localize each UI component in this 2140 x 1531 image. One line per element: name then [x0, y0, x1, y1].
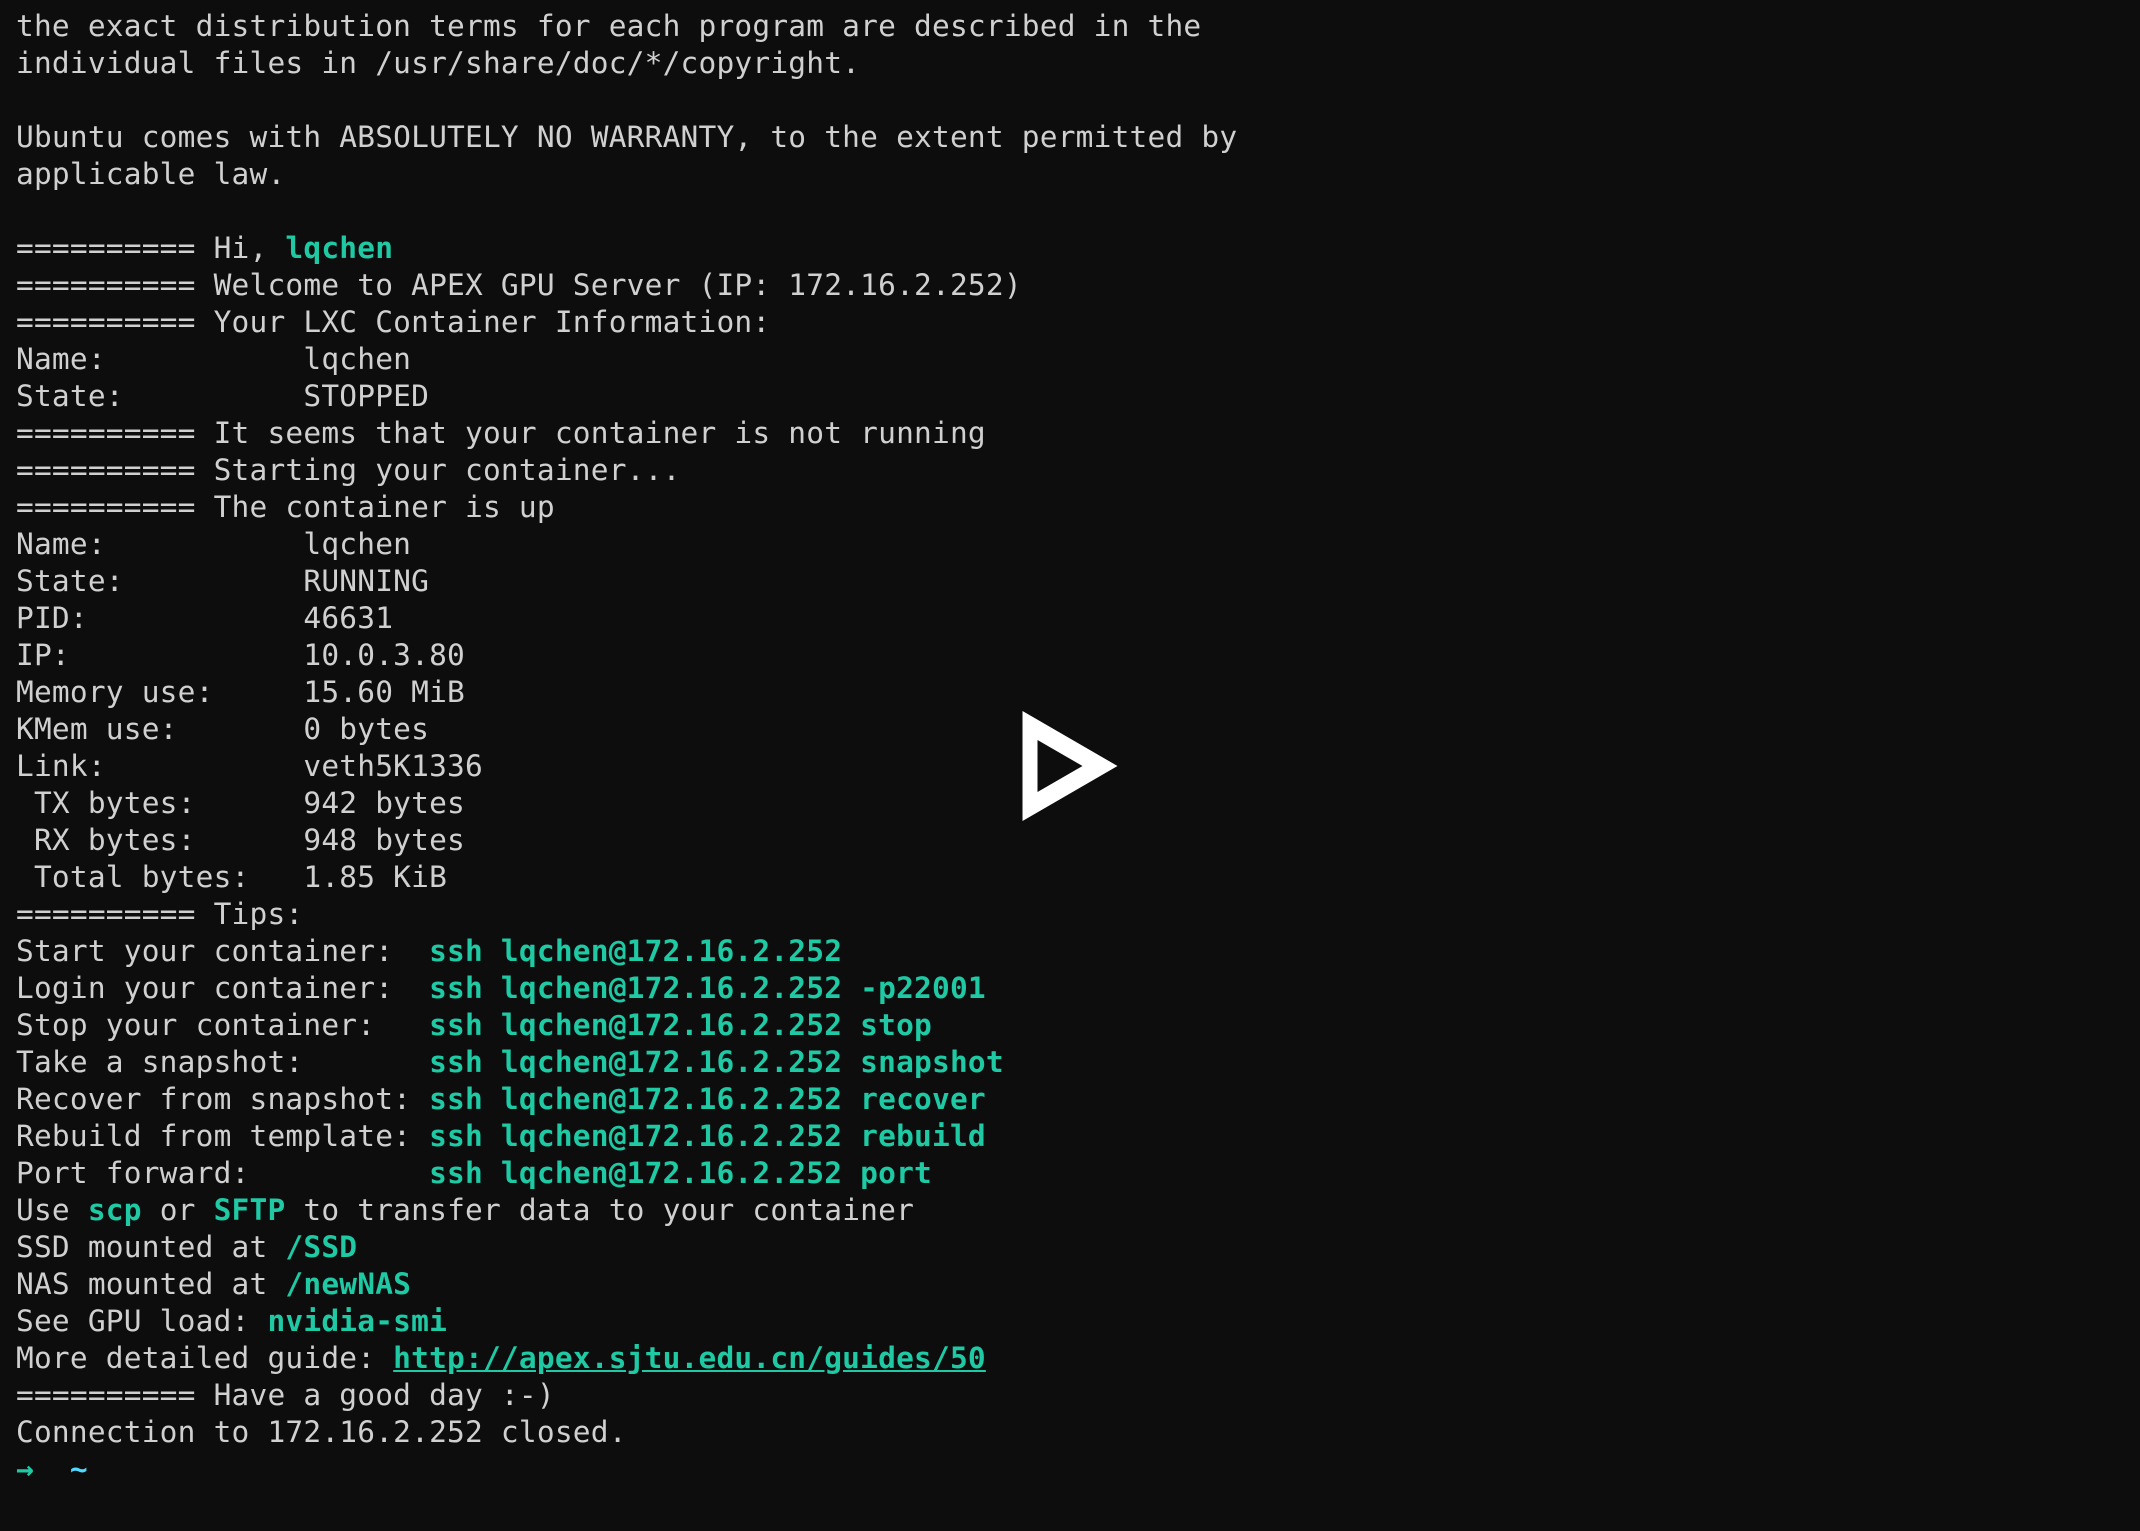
play-button-overlay[interactable]	[1023, 711, 1118, 821]
tip-port-cmd: ssh lqchen@172.16.2.252 port	[429, 1156, 932, 1190]
tip-start-cmd: ssh lqchen@172.16.2.252	[429, 934, 842, 968]
text-line: ========== Tips:	[16, 897, 303, 931]
username: lqchen	[285, 231, 393, 265]
container-kmem-line: KMem use: 0 bytes	[16, 712, 429, 746]
container-memory-line: Memory use: 15.60 MiB	[16, 675, 465, 709]
tip-rebuild-cmd: ssh lqchen@172.16.2.252 rebuild	[429, 1119, 986, 1153]
guide-label: More detailed guide:	[16, 1341, 393, 1375]
prompt-cwd[interactable]: ~	[70, 1452, 88, 1486]
connection-closed-line: Connection to 172.16.2.252 closed.	[16, 1415, 627, 1449]
sftp-cmd: SFTP	[214, 1193, 286, 1227]
ssd-mount-label: SSD mounted at	[16, 1230, 285, 1264]
text-line: ========== Have a good day :-)	[16, 1378, 555, 1412]
tip-transfer-suffix: to transfer data to your container	[285, 1193, 914, 1227]
nas-mount-path: /newNAS	[285, 1267, 411, 1301]
text-line: ========== Your LXC Container Informatio…	[16, 305, 770, 339]
scp-cmd: scp	[88, 1193, 142, 1227]
text-line: Ubuntu comes with ABSOLUTELY NO WARRANTY…	[16, 120, 1237, 154]
tip-stop-label: Stop your container:	[16, 1008, 429, 1042]
tip-recover-label: Recover from snapshot:	[16, 1082, 429, 1116]
text-line: ========== It seems that your container …	[16, 416, 986, 450]
tip-rebuild-label: Rebuild from template:	[16, 1119, 429, 1153]
guide-url: http://apex.sjtu.edu.cn/guides/50	[393, 1341, 986, 1375]
container-total-line: Total bytes: 1.85 KiB	[16, 860, 447, 894]
container-tx-line: TX bytes: 942 bytes	[16, 786, 465, 820]
tip-recover-cmd: ssh lqchen@172.16.2.252 recover	[429, 1082, 986, 1116]
text-line: applicable law.	[16, 157, 285, 191]
container-pid-line: PID: 46631	[16, 601, 393, 635]
ssd-mount-path: /SSD	[285, 1230, 357, 1264]
tip-start-label: Start your container:	[16, 934, 429, 968]
container-state-line: State: STOPPED	[16, 379, 429, 413]
tip-port-label: Port forward:	[16, 1156, 429, 1190]
tip-transfer-mid: or	[142, 1193, 214, 1227]
tip-stop-cmd: ssh lqchen@172.16.2.252 stop	[429, 1008, 932, 1042]
tip-transfer-prefix: Use	[16, 1193, 88, 1227]
text-line: the exact distribution terms for each pr…	[16, 9, 1201, 43]
tip-snapshot-label: Take a snapshot:	[16, 1045, 429, 1079]
text-line: ========== Welcome to APEX GPU Server (I…	[16, 268, 1022, 302]
text-line: individual files in /usr/share/doc/*/cop…	[16, 46, 860, 80]
container-link-line: Link: veth5K1336	[16, 749, 483, 783]
nas-mount-label: NAS mounted at	[16, 1267, 285, 1301]
container-rx-line: RX bytes: 948 bytes	[16, 823, 465, 857]
container-name-line: Name: lqchen	[16, 527, 411, 561]
tip-login-label: Login your container:	[16, 971, 429, 1005]
tip-snapshot-cmd: ssh lqchen@172.16.2.252 snapshot	[429, 1045, 1004, 1079]
tip-login-cmd: ssh lqchen@172.16.2.252 -p22001	[429, 971, 986, 1005]
container-state-line: State: RUNNING	[16, 564, 429, 598]
container-ip-line: IP: 10.0.3.80	[16, 638, 465, 672]
text-line: ========== The container is up	[16, 490, 555, 524]
prompt-arrow-icon: →	[16, 1452, 70, 1486]
text-line: ========== Hi,	[16, 231, 285, 265]
gpu-load-label: See GPU load:	[16, 1304, 267, 1338]
nvidia-smi-cmd: nvidia-smi	[267, 1304, 447, 1338]
play-icon	[1023, 711, 1118, 821]
container-name-line: Name: lqchen	[16, 342, 411, 376]
text-line: ========== Starting your container...	[16, 453, 681, 487]
